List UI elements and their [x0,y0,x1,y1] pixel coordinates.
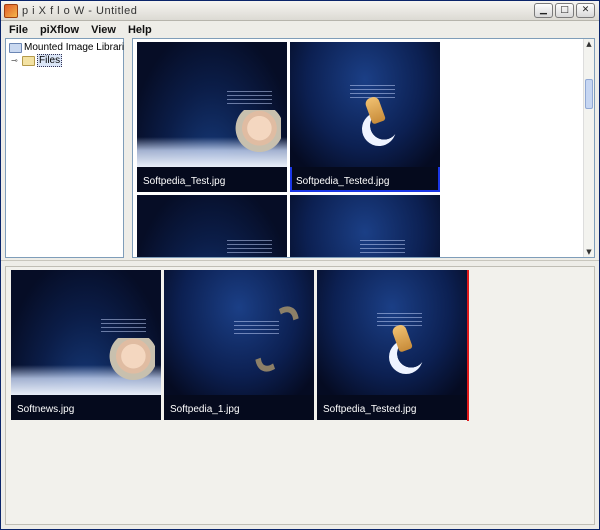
thumbnail-image [137,42,287,167]
app-window: p i X f l o W - Untitled ▁ □ ✕ File piXf… [0,0,600,530]
close-icon[interactable]: ✕ [576,3,595,18]
thumbnail-filename: Softnews.jpg [17,404,75,415]
library-tree[interactable]: Mounted Image Libraries ⊸ Files [5,38,135,258]
menu-bar: File piXflow View Help [1,21,599,38]
flow-thumbnail-card[interactable]: Softnews.jpg [11,270,161,420]
scroll-down-icon[interactable]: ▼ [584,247,594,257]
flow-thumbnail-card[interactable]: Softpedia_Tested.jpg [317,270,467,420]
s-shape-image [245,299,309,379]
thumbnail-card[interactable] [290,195,440,257]
thumbnail-filename: Softpedia_Test.jpg [143,176,226,187]
thumbnail-filename: Softpedia_Tested.jpg [323,404,417,415]
thumbnail-filename: Softpedia_1.jpg [170,404,240,415]
scroll-up-icon[interactable]: ▲ [584,39,594,49]
app-logo-icon [4,3,18,18]
window-title: p i X f l o W - Untitled [22,4,138,17]
folder-icon [22,55,35,66]
tree-item-files[interactable]: ⊸ Files [11,54,63,67]
thumbnail-image [290,195,440,257]
menu-help[interactable]: Help [122,24,158,36]
title-bar[interactable]: p i X f l o W - Untitled ▁ □ ✕ [1,1,599,21]
tree-root[interactable]: Mounted Image Libraries [9,42,135,53]
thumbnail-card-selected[interactable]: Softpedia_Tested.jpg [290,42,440,192]
portrait-image [107,338,155,390]
menu-view[interactable]: View [85,24,122,36]
menu-file[interactable]: File [3,24,34,36]
tree-expand-icon[interactable]: ⊸ [11,56,22,65]
tree-item-label: Files [37,54,63,67]
thumbnail-card[interactable]: Softpedia_Test.jpg [137,42,287,192]
thumbnail-image [290,42,440,167]
tree-root-label: Mounted Image Libraries [24,42,135,53]
minimize-icon[interactable]: ▁ [534,3,553,18]
insertion-marker [467,270,469,421]
vertical-scrollbar[interactable]: ▲ ▼ [583,39,594,257]
maximize-icon[interactable]: □ [555,3,574,18]
thumbnail-image [317,270,467,395]
thumbnail-filename: Softpedia_Tested.jpg [296,176,390,187]
thumbnail-card[interactable] [137,195,287,257]
flow-thumbnail-card[interactable]: Softpedia_1.jpg [164,270,314,420]
library-thumbnail-grid[interactable]: Softpedia_Test.jpg Softpedia_Tested.jpg [132,38,595,258]
thumbnail-image [137,195,287,257]
menu-pixflow[interactable]: piXflow [34,24,85,36]
top-split-pane: Mounted Image Libraries ⊸ Files Softpedi… [5,38,595,260]
thumbnail-image [11,270,161,395]
scrollbar-thumb[interactable] [585,79,593,109]
flow-panel[interactable]: Softnews.jpg Softpedia_1.jpg Softpedia_T… [5,266,595,525]
folder-icon [9,42,22,53]
thumbnail-image [164,270,314,395]
portrait-image [233,110,281,162]
